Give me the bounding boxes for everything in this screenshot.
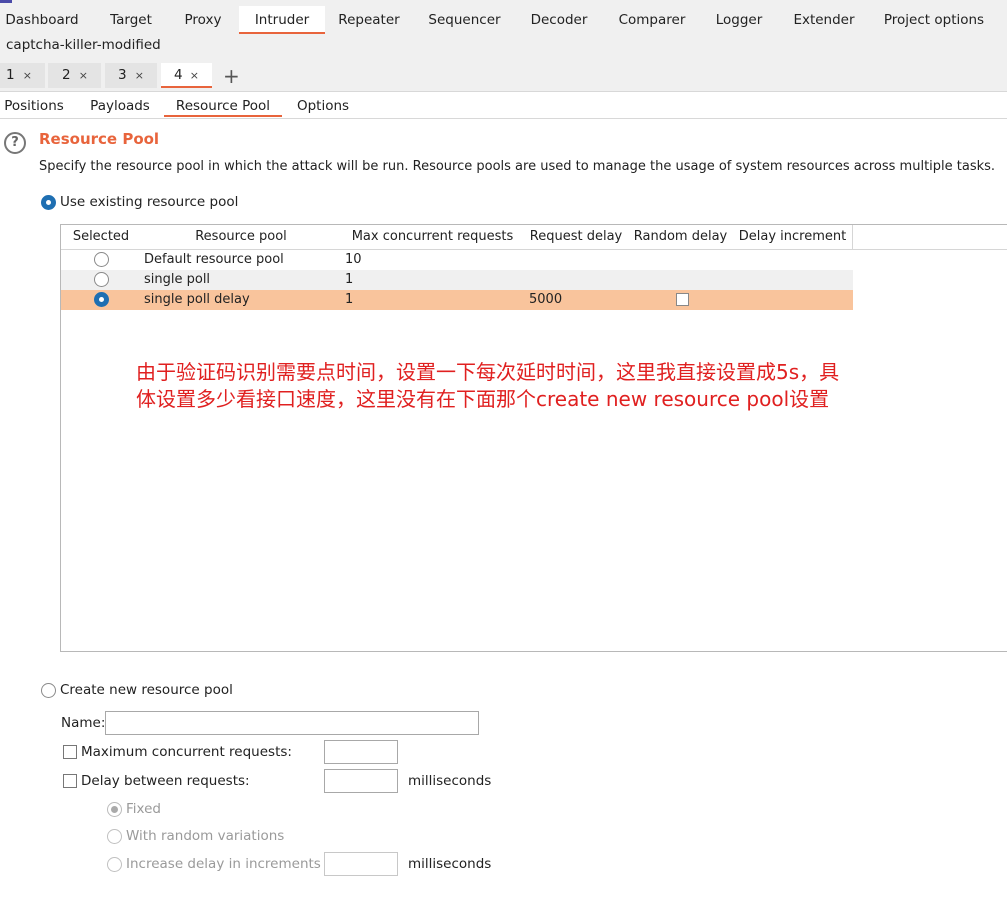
- tab-intruder[interactable]: Intruder: [239, 6, 325, 34]
- pool-name: Default resource pool: [144, 252, 284, 267]
- attack-tab-label: 4: [174, 67, 183, 83]
- tab-extender[interactable]: Extender: [786, 6, 862, 34]
- row-select-radio[interactable]: [94, 292, 109, 307]
- attack-tab-label: 2: [62, 67, 71, 83]
- create-new-radio[interactable]: [41, 683, 56, 698]
- tab-sequencer[interactable]: Sequencer: [418, 6, 511, 34]
- random-variations-radio[interactable]: [107, 829, 122, 844]
- delay-checkbox[interactable]: [63, 774, 77, 788]
- attack-tab-1[interactable]: 1 ×: [0, 63, 45, 88]
- row-select-radio[interactable]: [94, 252, 109, 267]
- use-existing-radio[interactable]: [41, 195, 56, 210]
- tab-decoder[interactable]: Decoder: [522, 6, 596, 34]
- intruder-sub-tabs: Positions Payloads Resource Pool Options: [0, 92, 1007, 119]
- table-row[interactable]: single poll 1: [61, 270, 853, 290]
- close-icon[interactable]: ×: [190, 63, 199, 88]
- attack-tab-label: 1: [6, 67, 15, 83]
- section-title: Resource Pool: [39, 130, 160, 148]
- tab-positions[interactable]: Positions: [0, 95, 68, 117]
- pool-max-requests: 1: [345, 272, 354, 287]
- resource-pool-table: Selected Resource pool Max concurrent re…: [60, 224, 1007, 652]
- tab-dashboard[interactable]: Dashboard: [0, 6, 84, 34]
- tab-logger[interactable]: Logger: [706, 6, 772, 34]
- tab-comparer[interactable]: Comparer: [610, 6, 694, 34]
- use-existing-label[interactable]: Use existing resource pool: [60, 194, 238, 210]
- attack-tab-4[interactable]: 4 ×: [161, 63, 212, 88]
- column-header-selected[interactable]: Selected: [61, 225, 142, 250]
- increase-delay-radio[interactable]: [107, 857, 122, 872]
- row-select-radio[interactable]: [94, 272, 109, 287]
- name-input[interactable]: [105, 711, 479, 735]
- increase-unit-label: milliseconds: [408, 856, 492, 872]
- max-concurrent-checkbox[interactable]: [63, 745, 77, 759]
- close-icon[interactable]: ×: [135, 63, 144, 88]
- column-header-resource-pool[interactable]: Resource pool: [141, 225, 342, 250]
- tab-repeater[interactable]: Repeater: [330, 6, 408, 34]
- column-header-filler: [853, 225, 1007, 250]
- delay-unit-label: milliseconds: [408, 773, 492, 789]
- help-icon[interactable]: ?: [4, 132, 26, 154]
- section-description: Specify the resource pool in which the a…: [39, 159, 996, 174]
- random-variations-label[interactable]: With random variations: [126, 828, 284, 844]
- name-label: Name:: [61, 715, 106, 731]
- create-new-label[interactable]: Create new resource pool: [60, 682, 233, 698]
- tab-options[interactable]: Options: [290, 95, 356, 117]
- pool-max-requests: 1: [345, 292, 354, 307]
- delay-label[interactable]: Delay between requests:: [81, 773, 250, 789]
- random-delay-checkbox[interactable]: [676, 293, 689, 306]
- attack-tab-3[interactable]: 3 ×: [105, 63, 157, 88]
- delay-input[interactable]: [324, 769, 398, 793]
- table-row-selected[interactable]: single poll delay 1 5000: [61, 290, 853, 310]
- pool-name: single poll delay: [144, 292, 250, 307]
- column-header-delay-increment[interactable]: Delay increment: [733, 225, 853, 250]
- tab-payloads[interactable]: Payloads: [84, 95, 156, 117]
- fixed-delay-radio[interactable]: [107, 802, 122, 817]
- attack-tab-bar: 1 × 2 × 3 × 4 ×: [0, 60, 1007, 92]
- close-icon[interactable]: ×: [23, 63, 32, 88]
- tab-resource-pool[interactable]: Resource Pool: [164, 95, 282, 117]
- add-tab-button[interactable]: +: [223, 62, 240, 90]
- tab-proxy[interactable]: Proxy: [172, 6, 234, 34]
- column-header-max-concurrent[interactable]: Max concurrent requests: [341, 225, 525, 250]
- column-header-request-delay[interactable]: Request delay: [524, 225, 629, 250]
- extension-title[interactable]: captcha-killer-modified: [6, 37, 161, 53]
- pool-max-requests: 10: [345, 252, 362, 267]
- column-header-random-delay[interactable]: Random delay: [628, 225, 734, 250]
- increase-delay-input[interactable]: [324, 852, 398, 876]
- annotation-text: 由于验证码识别需要点时间，设置一下每次延时时间，这里我直接设置成5s，具体设置多…: [136, 360, 840, 411]
- tab-project-options[interactable]: Project options: [876, 6, 992, 34]
- main-nav-bar: Dashboard Target Proxy Intruder Repeater…: [0, 0, 1007, 61]
- attack-tab-label: 3: [118, 67, 127, 83]
- max-concurrent-label[interactable]: Maximum concurrent requests:: [81, 744, 292, 760]
- close-icon[interactable]: ×: [79, 63, 88, 88]
- max-concurrent-input[interactable]: [324, 740, 398, 764]
- increase-delay-label[interactable]: Increase delay in increments of: [126, 856, 338, 872]
- fixed-delay-label[interactable]: Fixed: [126, 801, 161, 817]
- tab-target[interactable]: Target: [98, 6, 164, 34]
- pool-name: single poll: [144, 272, 211, 287]
- attack-tab-2[interactable]: 2 ×: [48, 63, 101, 88]
- window-accent-strip: [0, 0, 12, 3]
- pool-request-delay: 5000: [529, 292, 563, 307]
- table-row[interactable]: Default resource pool 10: [61, 250, 853, 270]
